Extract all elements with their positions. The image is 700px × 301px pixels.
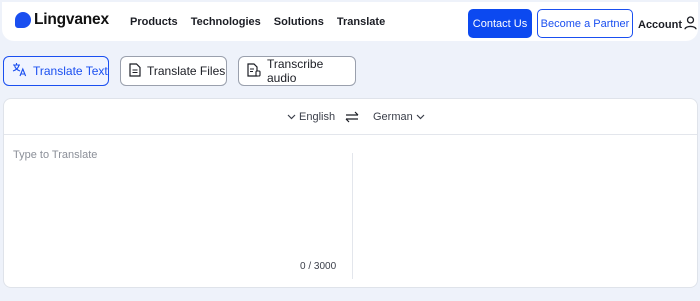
tab-transcribe-audio-label: Transcribe audio [267,57,324,85]
chevron-down-icon [416,111,425,123]
brand-name: Lingvanex [34,11,109,28]
tab-translate-files[interactable]: Translate Files [120,56,227,86]
nav-link-translate[interactable]: Translate [337,16,385,28]
tab-translate-files-label: Translate Files [147,64,226,78]
translation-output [360,149,690,279]
main-nav: Products Technologies Solutions Translat… [130,16,385,28]
account-label: Account [638,18,682,31]
source-language-select[interactable]: English [287,111,335,123]
translator-panel: English German 0 / 3000 [3,98,698,288]
tab-translate-text[interactable]: Translate Text [3,56,109,86]
contact-us-button[interactable]: Contact Us [468,9,532,38]
logo-mark-icon [15,12,31,28]
target-language-label: German [373,111,413,123]
become-partner-button[interactable]: Become a Partner [537,9,633,38]
file-icon [129,62,141,80]
account-menu[interactable]: Account [638,16,697,33]
top-navbar: Lingvanex Products Technologies Solution… [2,2,698,41]
target-language-select[interactable]: German [373,111,425,123]
swap-languages-button[interactable] [344,110,360,128]
nav-link-products[interactable]: Products [130,16,178,28]
brand-logo[interactable]: Lingvanex [15,11,109,29]
panel-divider [352,153,353,279]
swap-icon [345,111,359,123]
user-icon [684,16,697,33]
tab-translate-text-label: Translate Text [33,64,108,78]
nav-link-technologies[interactable]: Technologies [191,16,261,28]
tab-transcribe-audio[interactable]: Transcribe audio [238,56,356,86]
audio-file-icon [247,62,261,80]
character-counter: 0 / 3000 [300,261,337,272]
translate-icon [12,62,27,80]
chevron-down-icon [287,111,296,123]
source-language-label: English [299,111,336,123]
source-text-input[interactable] [13,149,343,259]
language-bar: English German [4,99,697,135]
nav-link-solutions[interactable]: Solutions [274,16,324,28]
